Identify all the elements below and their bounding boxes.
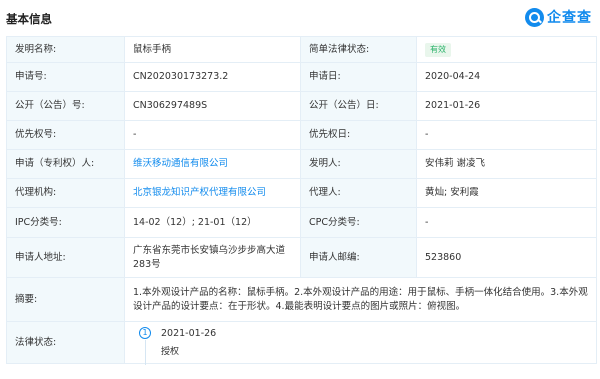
invention-name-value: 鼠标手柄 <box>124 36 301 63</box>
publication-number-label: 公开（公告）号: <box>6 91 125 121</box>
abstract-label: 摘要: <box>6 277 125 322</box>
applicant-postcode-value: 523860 <box>416 237 597 278</box>
application-date-value: 2020-04-24 <box>416 62 597 92</box>
priority-number-label: 优先权号: <box>6 120 125 150</box>
table-row: 优先权号: - 优先权日: - <box>6 120 597 150</box>
timeline-connector <box>145 339 146 365</box>
inventor-value: 安伟莉 谢凌飞 <box>416 149 597 179</box>
legal-status-history-label: 法律状态: <box>6 321 125 364</box>
table-row: 法律状态: 1 2021-01-26 授权 <box>6 321 597 365</box>
agent-value: 黄灿; 安利霞 <box>416 178 597 208</box>
publication-date-value: 2021-01-26 <box>416 91 597 121</box>
table-row: 申请号: CN202030173273.2 申请日: 2020-04-24 <box>6 62 597 92</box>
applicant-postcode-label: 申请人邮编: <box>300 237 417 278</box>
table-row: 公开（公告）号: CN306297489S 公开（公告）日: 2021-01-2… <box>6 91 597 121</box>
basic-info-table: 发明名称: 鼠标手柄 简单法律状态: 有效 申请号: CN20203017327… <box>6 36 597 365</box>
inventor-label: 发明人: <box>300 149 417 179</box>
applicant-address-label: 申请人地址: <box>6 237 125 278</box>
ipc-value: 14-02（12）; 21-01（12） <box>124 207 301 238</box>
agency-cell: 北京银龙知识产权代理有限公司 <box>124 178 301 208</box>
legal-status-cell: 有效 <box>416 36 597 63</box>
agent-label: 代理人: <box>300 178 417 208</box>
abstract-value: 1.本外观设计产品的名称：鼠标手柄。2.本外观设计产品的用途：用于鼠标、手柄一体… <box>124 277 597 322</box>
priority-date-label: 优先权日: <box>300 120 417 150</box>
application-date-label: 申请日: <box>300 62 417 92</box>
applicant-link[interactable]: 维沃移动通信有限公司 <box>133 158 228 169</box>
cpc-label: CPC分类号: <box>300 207 417 238</box>
section-title: 基本信息 <box>6 12 52 26</box>
status-badge: 有效 <box>425 42 451 57</box>
publication-date-label: 公开（公告）日: <box>300 91 417 121</box>
table-row: 申请（专利权）人: 维沃移动通信有限公司 发明人: 安伟莉 谢凌飞 <box>6 149 597 179</box>
table-row: 申请人地址: 广东省东莞市长安镇乌沙步步高大道283号 申请人邮编: 52386… <box>6 237 597 278</box>
agency-label: 代理机构: <box>6 178 125 208</box>
brand-name: 企查查 <box>547 10 592 26</box>
priority-number-value: - <box>124 120 301 150</box>
agency-link[interactable]: 北京银龙知识产权代理有限公司 <box>133 187 266 198</box>
applicant-cell: 维沃移动通信有限公司 <box>124 149 301 179</box>
cpc-value: - <box>416 207 597 238</box>
legal-timeline: 1 2021-01-26 授权 <box>133 323 588 365</box>
section-header: 基本信息 企查查 <box>0 0 600 36</box>
ipc-label: IPC分类号: <box>6 207 125 238</box>
priority-date-value: - <box>416 120 597 150</box>
timeline-step-number: 1 <box>139 326 151 339</box>
publication-number-value: CN306297489S <box>124 91 301 121</box>
legal-status-label: 简单法律状态: <box>300 36 417 63</box>
application-number-value: CN202030173273.2 <box>124 62 301 92</box>
table-row: 发明名称: 鼠标手柄 简单法律状态: 有效 <box>6 36 597 63</box>
brand-logo[interactable]: 企查查 <box>525 7 592 27</box>
table-row: 摘要: 1.本外观设计产品的名称：鼠标手柄。2.本外观设计产品的用途：用于鼠标、… <box>6 277 597 322</box>
table-row: 代理机构: 北京银龙知识产权代理有限公司 代理人: 黄灿; 安利霞 <box>6 178 597 208</box>
table-row: IPC分类号: 14-02（12）; 21-01（12） CPC分类号: - <box>6 207 597 238</box>
timeline-date: 2021-01-26 <box>161 327 217 339</box>
legal-timeline-cell: 1 2021-01-26 授权 <box>124 321 597 365</box>
qichacha-logo-icon <box>525 7 544 27</box>
applicant-address-value: 广东省东莞市长安镇乌沙步步高大道283号 <box>124 237 301 278</box>
timeline-event: 授权 <box>161 346 180 357</box>
application-number-label: 申请号: <box>6 62 125 92</box>
applicant-label: 申请（专利权）人: <box>6 149 125 179</box>
invention-name-label: 发明名称: <box>6 36 125 63</box>
